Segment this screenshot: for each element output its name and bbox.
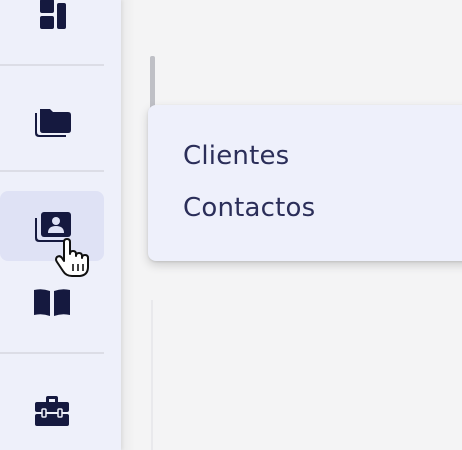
folder-icon [35,109,71,137]
sidebar-item-folder[interactable] [0,86,104,156]
sidebar-item-toolbox[interactable] [0,375,104,445]
sidebar-divider [0,170,104,172]
scroll-indicator[interactable] [150,56,155,112]
menu-item-clientes[interactable]: Clientes [183,141,289,171]
sidebar-shadow [121,0,135,450]
sidebar-divider [0,64,104,66]
hand-pointer-icon [55,238,89,277]
content-divider [151,300,153,450]
menu-item-contactos[interactable]: Contactos [183,193,315,223]
sidebar [0,0,121,450]
app-root: Clientes Contactos [0,0,462,450]
contacts-submenu: Clientes Contactos [148,105,462,261]
dashboard-icon [40,0,66,29]
sidebar-divider [0,352,104,354]
sidebar-item-book[interactable] [0,268,104,338]
book-open-icon [34,289,70,316]
sidebar-item-dashboard[interactable] [0,0,104,50]
toolbox-icon [35,396,69,426]
